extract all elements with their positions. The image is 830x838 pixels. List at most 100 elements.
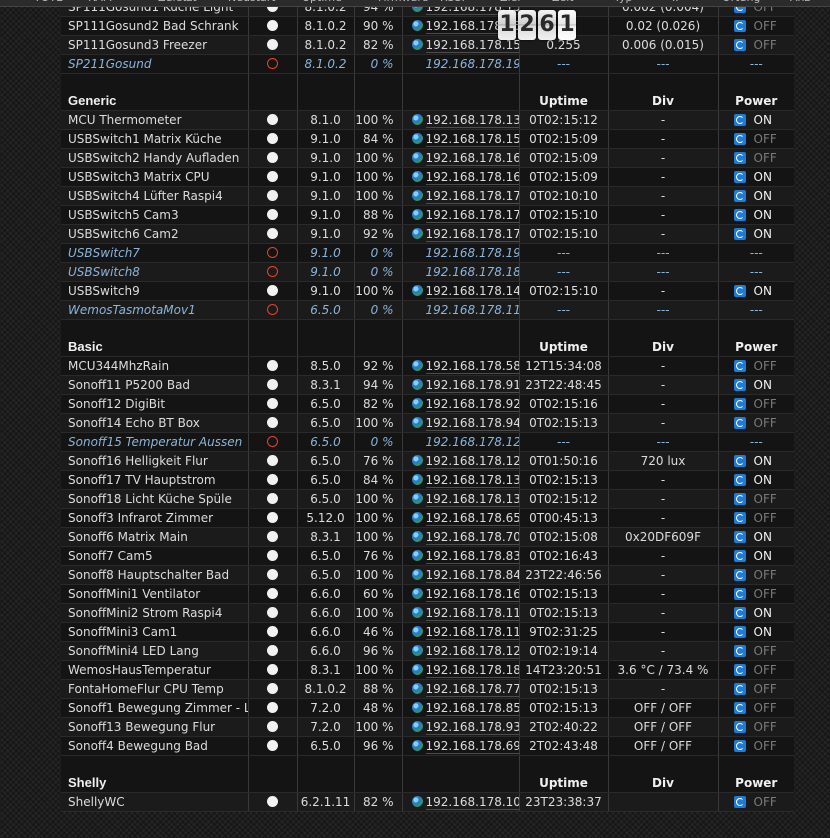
ip-address[interactable]: 192.168.178.155 — [425, 38, 518, 53]
ip-address[interactable]: 192.168.178.141 — [425, 284, 518, 299]
top-menu-item[interactable]: TOTE — [34, 0, 63, 4]
globe-icon[interactable] — [411, 493, 423, 504]
device-name[interactable]: Sonoff4 Bewegung Bad — [68, 739, 208, 753]
power-toggle-icon[interactable] — [733, 20, 746, 32]
top-menu-item[interactable]: Neustart — [228, 0, 276, 4]
power-toggle-icon[interactable] — [733, 114, 746, 126]
top-menu-item[interactable]: Ortung — [722, 0, 760, 4]
device-name[interactable]: USBSwitch3 Matrix CPU — [68, 170, 210, 184]
ip-address[interactable]: 192.168.178.121 — [425, 454, 518, 469]
globe-icon[interactable] — [411, 702, 423, 713]
power-toggle-icon[interactable] — [733, 531, 746, 543]
ip-address[interactable]: 192.168.178.84 — [425, 568, 518, 583]
power-toggle-icon[interactable] — [733, 398, 746, 410]
ip-address[interactable]: 192.168.178.114 — [425, 606, 518, 621]
ip-address[interactable]: 192.168.178.77 — [425, 682, 518, 697]
power-toggle-icon[interactable] — [733, 152, 746, 164]
globe-icon[interactable] — [411, 588, 423, 599]
globe-icon[interactable] — [411, 209, 423, 220]
top-menu-item[interactable]: Zuletzt — [158, 0, 197, 4]
power-toggle-icon[interactable] — [733, 702, 746, 714]
device-name[interactable]: USBSwitch2 Handy Aufladen — [68, 151, 239, 165]
device-name[interactable]: USBSwitch8 — [68, 265, 140, 279]
top-menu-item[interactable]: Firmware — [378, 0, 428, 4]
ip-address[interactable]: 192.168.178.120 — [426, 435, 519, 449]
top-menu-item[interactable]: Uptime — [302, 0, 342, 4]
ip-address[interactable]: 192.168.178.170 — [425, 189, 518, 204]
device-name[interactable]: USBSwitch1 Matrix Küche — [68, 132, 222, 146]
top-menu-item[interactable]: Ziel — [500, 0, 520, 4]
device-name[interactable]: SP111Gosund3 Freezer — [68, 38, 207, 52]
globe-icon[interactable] — [411, 417, 423, 428]
globe-icon[interactable] — [411, 20, 423, 31]
power-toggle-icon[interactable] — [733, 588, 746, 600]
device-name[interactable]: SonoffMini1 Ventilator — [68, 587, 200, 601]
top-menu-item[interactable]: RAM — [88, 0, 112, 4]
globe-icon[interactable] — [411, 39, 423, 50]
ip-address[interactable]: 192.168.178.91 — [425, 378, 518, 393]
ip-address[interactable]: 192.168.178.83 — [425, 549, 518, 564]
globe-icon[interactable] — [411, 190, 423, 201]
device-name[interactable]: MCU344MhzRain — [68, 359, 169, 373]
power-toggle-icon[interactable] — [733, 379, 746, 391]
ip-address[interactable]: 192.168.178.198 — [426, 246, 519, 260]
power-toggle-icon[interactable] — [733, 740, 746, 752]
device-name[interactable]: MCU Thermometer — [68, 113, 182, 127]
globe-icon[interactable] — [411, 285, 423, 296]
globe-icon[interactable] — [411, 607, 423, 618]
device-name[interactable]: SP211Gosund — [68, 57, 151, 71]
ip-address[interactable]: 192.168.178.139 — [425, 113, 518, 128]
globe-icon[interactable] — [411, 721, 423, 732]
ip-address[interactable]: 192.168.178.160 — [425, 170, 518, 185]
power-toggle-icon[interactable] — [733, 209, 746, 221]
device-name[interactable]: Sonoff8 Hauptschalter Bad — [68, 568, 229, 582]
power-toggle-icon[interactable] — [733, 796, 746, 808]
ip-address[interactable]: 192.168.178.111 — [426, 303, 519, 317]
ip-address[interactable]: 192.168.178.58 — [425, 359, 518, 374]
ip-address[interactable]: 192.168.178.128 — [425, 644, 518, 659]
power-toggle-icon[interactable] — [733, 455, 746, 467]
ip-address[interactable]: 192.168.178.65 — [425, 511, 518, 526]
device-name[interactable]: Sonoff11 P5200 Bad — [68, 378, 190, 392]
device-name[interactable]: Sonoff6 Matrix Main — [68, 530, 188, 544]
device-name[interactable]: SonoffMini2 Strom Raspi4 — [68, 606, 222, 620]
globe-icon[interactable] — [411, 626, 423, 637]
device-name[interactable]: USBSwitch5 Cam3 — [68, 208, 179, 222]
power-toggle-icon[interactable] — [733, 228, 746, 240]
ip-address[interactable]: 192.168.178.70 — [425, 530, 518, 545]
device-name[interactable]: SonoffMini3 Cam1 — [68, 625, 177, 639]
device-name[interactable]: USBSwitch4 Lüfter Raspi4 — [68, 189, 223, 203]
globe-icon[interactable] — [411, 379, 423, 390]
globe-icon[interactable] — [411, 133, 423, 144]
device-name[interactable]: USBSwitch6 Cam2 — [68, 227, 179, 241]
globe-icon[interactable] — [411, 664, 423, 675]
power-toggle-icon[interactable] — [733, 512, 746, 524]
globe-icon[interactable] — [411, 228, 423, 239]
ip-address[interactable]: 192.168.178.172 — [425, 227, 518, 242]
device-name[interactable]: ShellyWC — [68, 795, 125, 809]
globe-icon[interactable] — [411, 645, 423, 656]
power-toggle-icon[interactable] — [733, 664, 746, 676]
ip-address[interactable]: 192.168.178.183 — [426, 265, 519, 279]
power-toggle-icon[interactable] — [733, 171, 746, 183]
globe-icon[interactable] — [411, 171, 423, 182]
globe-icon[interactable] — [411, 740, 423, 751]
device-name[interactable]: Sonoff18 Licht Küche Spüle — [68, 492, 232, 506]
globe-icon[interactable] — [411, 796, 423, 807]
device-name[interactable]: Sonoff15 Temperatur Aussen — [68, 435, 242, 449]
ip-address[interactable]: 192.168.178.171 — [425, 208, 518, 223]
ip-address[interactable]: 192.168.178.85 — [425, 701, 518, 716]
device-name[interactable]: Sonoff3 Infrarot Zimmer — [68, 511, 213, 525]
device-name[interactable]: SonoffMini4 LED Lang — [68, 644, 199, 658]
power-toggle-icon[interactable] — [733, 285, 746, 297]
power-toggle-icon[interactable] — [733, 683, 746, 695]
device-name[interactable]: Sonoff14 Echo BT Box — [68, 416, 200, 430]
power-toggle-icon[interactable] — [733, 645, 746, 657]
device-name[interactable]: Sonoff17 TV Hauptstrom — [68, 473, 216, 487]
ip-address[interactable]: 192.168.178.93 — [425, 720, 518, 735]
power-toggle-icon[interactable] — [733, 721, 746, 733]
globe-icon[interactable] — [411, 474, 423, 485]
power-toggle-icon[interactable] — [733, 133, 746, 145]
power-toggle-icon[interactable] — [733, 550, 746, 562]
globe-icon[interactable] — [411, 152, 423, 163]
